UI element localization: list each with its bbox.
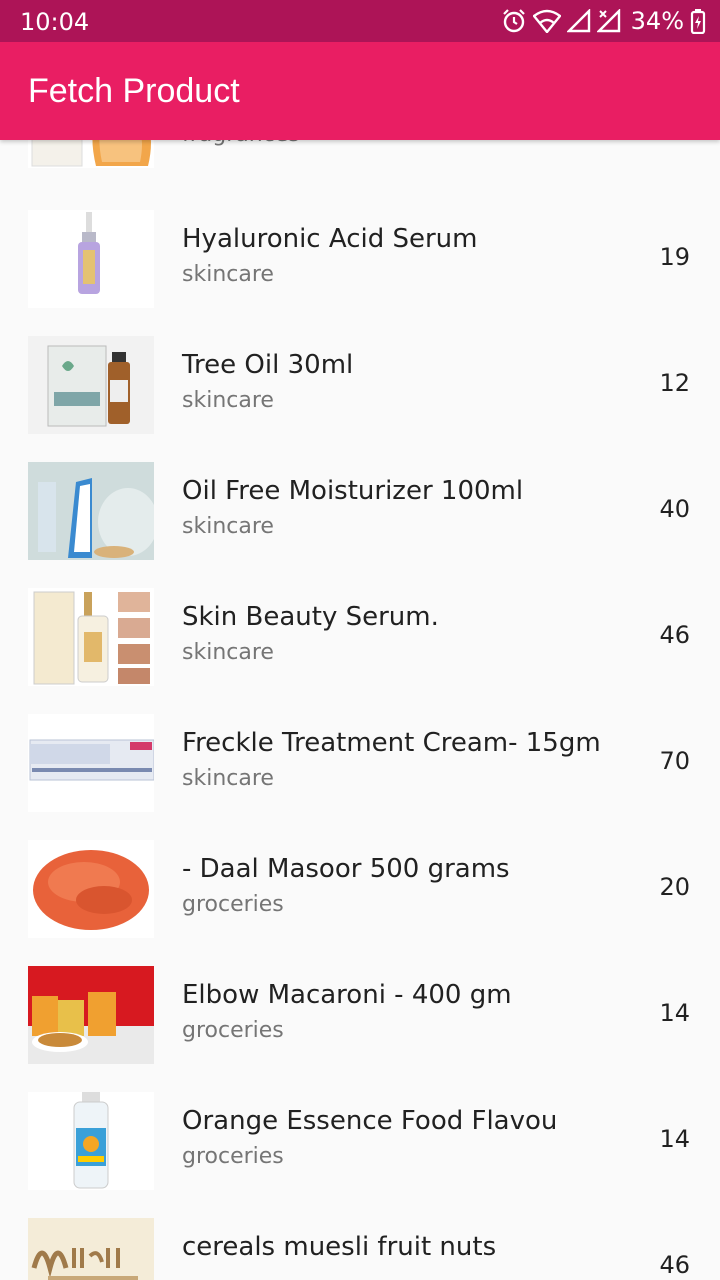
product-category: skincare bbox=[182, 262, 274, 287]
product-image-lentils bbox=[28, 840, 154, 938]
product-name: Skin Beauty Serum. bbox=[182, 602, 439, 632]
list-item[interactable]: Skin Beauty Serum. skincare 46 bbox=[0, 574, 720, 700]
product-name: Tree Oil 30ml bbox=[182, 350, 354, 380]
battery-charging-icon bbox=[690, 9, 706, 34]
product-list[interactable]: fragrances Hyaluronic Acid Serum skincar… bbox=[0, 0, 720, 1280]
product-name: Elbow Macaroni - 400 gm bbox=[182, 980, 512, 1010]
product-image-beauty-serum bbox=[28, 588, 154, 686]
list-item[interactable]: Orange Essence Food Flavou groceries 14 bbox=[0, 1078, 720, 1204]
app-bar: Fetch Product bbox=[0, 42, 720, 140]
alarm-icon bbox=[502, 9, 525, 33]
product-category: skincare bbox=[182, 766, 274, 791]
list-item[interactable]: cereals muesli fruit nuts 46 bbox=[0, 1204, 720, 1280]
status-time: 10:04 bbox=[20, 8, 90, 36]
product-price: 12 bbox=[659, 369, 690, 397]
product-image-essence-bottle bbox=[28, 1092, 154, 1190]
status-icons: 34% bbox=[501, 7, 706, 35]
list-item[interactable]: Oil Free Moisturizer 100ml skincare 40 bbox=[0, 448, 720, 574]
list-item[interactable]: - Daal Masoor 500 grams groceries 20 bbox=[0, 826, 720, 952]
product-name: Freckle Treatment Cream- 15gm bbox=[182, 728, 601, 758]
product-price: 70 bbox=[659, 747, 690, 775]
product-name: Orange Essence Food Flavou bbox=[182, 1106, 558, 1136]
battery-level: 34% bbox=[630, 7, 684, 35]
list-item[interactable]: Tree Oil 30ml skincare 12 bbox=[0, 322, 720, 448]
product-image-cream bbox=[28, 714, 154, 812]
signal-icon bbox=[566, 9, 590, 33]
product-price: 14 bbox=[659, 1125, 690, 1153]
product-price: 40 bbox=[659, 495, 690, 523]
wifi-icon bbox=[532, 9, 561, 33]
product-price: 20 bbox=[659, 873, 690, 901]
product-image-tree-oil bbox=[28, 336, 154, 434]
product-price: 14 bbox=[659, 999, 690, 1027]
product-category: skincare bbox=[182, 640, 274, 665]
list-item[interactable]: Freckle Treatment Cream- 15gm skincare 7… bbox=[0, 700, 720, 826]
product-name: - Daal Masoor 500 grams bbox=[182, 854, 510, 884]
product-category: skincare bbox=[182, 388, 274, 413]
product-price: 46 bbox=[659, 621, 690, 649]
product-name: cereals muesli fruit nuts bbox=[182, 1232, 497, 1262]
status-bar: 10:04 34% bbox=[0, 0, 720, 42]
product-image-serum bbox=[28, 210, 154, 308]
product-name: Oil Free Moisturizer 100ml bbox=[182, 476, 524, 506]
product-image-macaroni bbox=[28, 966, 154, 1064]
product-category: groceries bbox=[182, 1144, 284, 1169]
product-image-moisturizer bbox=[28, 462, 154, 560]
product-price: 46 bbox=[659, 1251, 690, 1279]
list-item[interactable]: Elbow Macaroni - 400 gm groceries 14 bbox=[0, 952, 720, 1078]
product-category: skincare bbox=[182, 514, 274, 539]
app-title: Fetch Product bbox=[28, 72, 240, 110]
signal-x-icon bbox=[596, 9, 620, 33]
product-price: 19 bbox=[659, 243, 690, 271]
product-category: groceries bbox=[182, 892, 284, 917]
product-name: Hyaluronic Acid Serum bbox=[182, 224, 478, 254]
product-category: groceries bbox=[182, 1018, 284, 1043]
product-image-muesli bbox=[28, 1218, 154, 1280]
list-item[interactable]: Hyaluronic Acid Serum skincare 19 bbox=[0, 196, 720, 322]
